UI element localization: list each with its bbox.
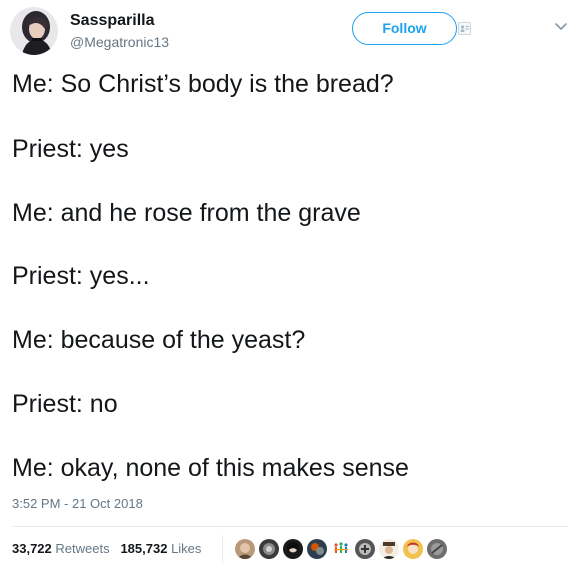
author-display-name[interactable]: Sassparilla xyxy=(70,12,155,30)
liker-avatar[interactable] xyxy=(401,537,425,561)
tweet-text-line: Me: So Christ’s body is the bread? xyxy=(12,70,394,98)
author-avatar[interactable] xyxy=(10,7,58,55)
tweet-timestamp[interactable]: 3:52 PM - 21 Oct 2018 xyxy=(12,496,143,512)
likes-count: 185,732 xyxy=(120,541,168,556)
tweet-text-line: Me: and he rose from the grave xyxy=(12,199,361,227)
retweets-stat[interactable]: 33,722 Retweets xyxy=(12,541,110,556)
stats-divider xyxy=(12,526,568,527)
retweets-label: Retweets xyxy=(55,541,110,556)
liker-avatar[interactable] xyxy=(329,537,353,561)
likes-stat[interactable]: 185,732 Likes xyxy=(120,541,201,556)
author-avatar-image xyxy=(10,7,58,55)
author-handle[interactable]: @Megatronic13 xyxy=(70,34,169,50)
tweet-text-line: Priest: no xyxy=(12,390,118,418)
retweets-count: 33,722 xyxy=(12,541,52,556)
liker-avatar[interactable] xyxy=(377,537,401,561)
tweet-text-line: Me: because of the yeast? xyxy=(12,326,306,354)
tweet-stats: 33,722 Retweets 185,732 Likes xyxy=(12,541,201,557)
profile-card-icon xyxy=(458,22,471,35)
likes-label: Likes xyxy=(171,541,202,556)
liker-avatar[interactable] xyxy=(425,537,449,561)
stats-separator xyxy=(222,535,223,563)
liker-avatar[interactable] xyxy=(233,537,257,561)
chevron-down-icon[interactable] xyxy=(554,22,568,32)
liker-avatar[interactable] xyxy=(305,537,329,561)
tweet-text-line: Priest: yes xyxy=(12,135,129,163)
tweet-text-line: Me: okay, none of this makes sense xyxy=(12,454,409,482)
liker-avatar[interactable] xyxy=(281,537,305,561)
liker-avatar[interactable] xyxy=(257,537,281,561)
liker-avatar[interactable] xyxy=(353,537,377,561)
tweet-card: Sassparilla @Megatronic13 Follow Me: So … xyxy=(0,0,580,569)
follow-button[interactable]: Follow xyxy=(352,12,457,45)
tweet-text-line: Priest: yes... xyxy=(12,262,150,290)
